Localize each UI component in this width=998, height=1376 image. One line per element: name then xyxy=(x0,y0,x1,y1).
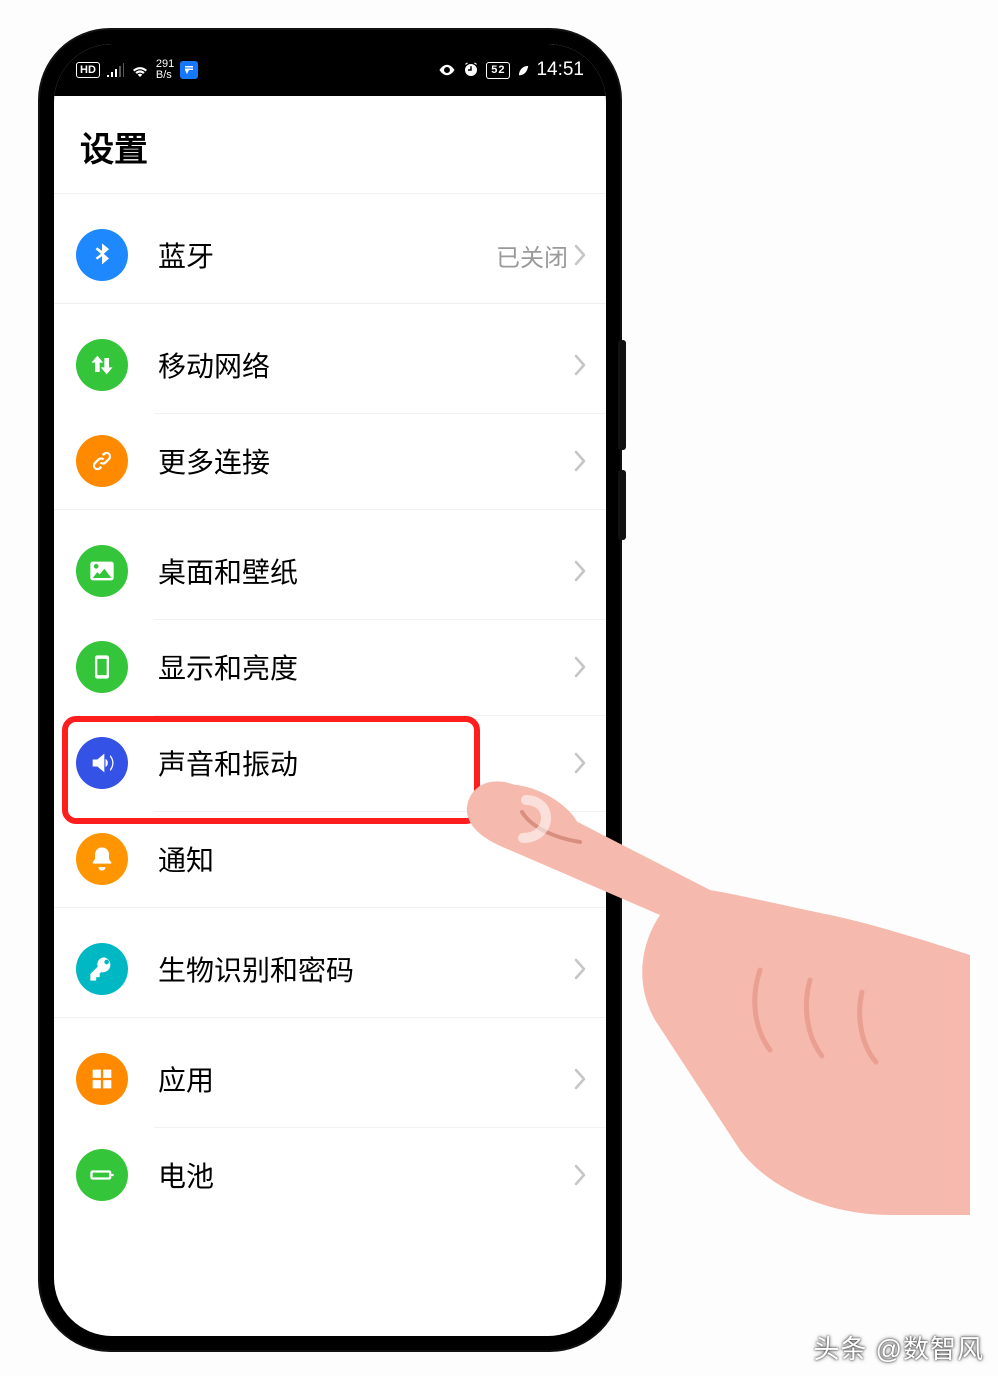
status-bar: HD 291 B/s xyxy=(54,44,606,96)
key-icon xyxy=(76,943,128,995)
wifi-icon xyxy=(130,63,150,77)
settings-row-display[interactable]: 显示和亮度 xyxy=(54,619,606,715)
eye-icon xyxy=(438,61,456,79)
settings-row-biometric[interactable]: 生物识别和密码 xyxy=(54,921,606,1017)
bluetooth-icon xyxy=(76,229,128,281)
chevron-right-icon xyxy=(574,752,586,774)
settings-row-mobile[interactable]: 移动网络 xyxy=(54,317,606,413)
page-title: 设置 xyxy=(54,96,606,193)
net-speed: 291 B/s xyxy=(156,59,174,81)
chevron-right-icon xyxy=(574,560,586,582)
side-button-2 xyxy=(618,470,626,540)
row-value: 已关闭 xyxy=(496,238,568,273)
settings-row-more-conn[interactable]: 更多连接 xyxy=(54,413,606,509)
settings-row-notify[interactable]: 通知 xyxy=(54,811,606,907)
chevron-right-icon xyxy=(574,848,586,870)
row-label: 蓝牙 xyxy=(158,235,496,275)
chevron-right-icon xyxy=(574,1164,586,1186)
watermark: 头条 @数智风 xyxy=(813,1329,984,1366)
chevron-right-icon xyxy=(574,656,586,678)
settings-row-apps[interactable]: 应用 xyxy=(54,1031,606,1127)
row-label: 桌面和壁纸 xyxy=(158,551,574,591)
updown-icon xyxy=(76,339,128,391)
settings-row-battery[interactable]: 电池 xyxy=(54,1127,606,1223)
row-label: 声音和振动 xyxy=(158,743,574,783)
battery-icon xyxy=(76,1149,128,1201)
battery-indicator: 52 xyxy=(486,62,510,79)
row-label: 通知 xyxy=(158,839,574,879)
row-label: 应用 xyxy=(158,1059,574,1099)
side-button-1 xyxy=(618,340,626,450)
row-label: 电池 xyxy=(158,1155,574,1195)
alipay-icon xyxy=(180,61,198,79)
screen: HD 291 B/s xyxy=(54,44,606,1336)
status-right: 52 14:51 xyxy=(438,59,584,81)
row-label: 更多连接 xyxy=(158,441,574,481)
settings-row-bluetooth[interactable]: 蓝牙 已关闭 xyxy=(54,207,606,303)
status-left: HD 291 B/s xyxy=(76,59,198,81)
row-label: 显示和亮度 xyxy=(158,647,574,687)
leaf-icon xyxy=(516,63,530,77)
hd-indicator: HD xyxy=(76,62,100,78)
grid-icon xyxy=(76,1053,128,1105)
chevron-right-icon xyxy=(574,244,586,266)
picture-icon xyxy=(76,545,128,597)
row-label: 移动网络 xyxy=(158,345,574,385)
settings-row-sound[interactable]: 声音和振动 xyxy=(54,715,606,811)
bell-icon xyxy=(76,833,128,885)
phone-rect-icon xyxy=(76,641,128,693)
chevron-right-icon xyxy=(574,958,586,980)
row-label: 生物识别和密码 xyxy=(158,949,574,989)
alarm-icon xyxy=(462,61,480,79)
settings-row-wallpaper[interactable]: 桌面和壁纸 xyxy=(54,523,606,619)
chevron-right-icon xyxy=(574,354,586,376)
sound-icon xyxy=(76,737,128,789)
chevron-right-icon xyxy=(574,1068,586,1090)
link-icon xyxy=(76,435,128,487)
phone-frame: HD 291 B/s xyxy=(40,30,620,1350)
clock-time: 14:51 xyxy=(536,59,584,81)
signal-icon xyxy=(106,63,124,77)
net-speed-unit: B/s xyxy=(156,69,172,81)
settings-list: 蓝牙 已关闭 移动网络 更多连接 桌面和壁纸 显示和亮度 声音 xyxy=(54,193,606,1223)
chevron-right-icon xyxy=(574,450,586,472)
